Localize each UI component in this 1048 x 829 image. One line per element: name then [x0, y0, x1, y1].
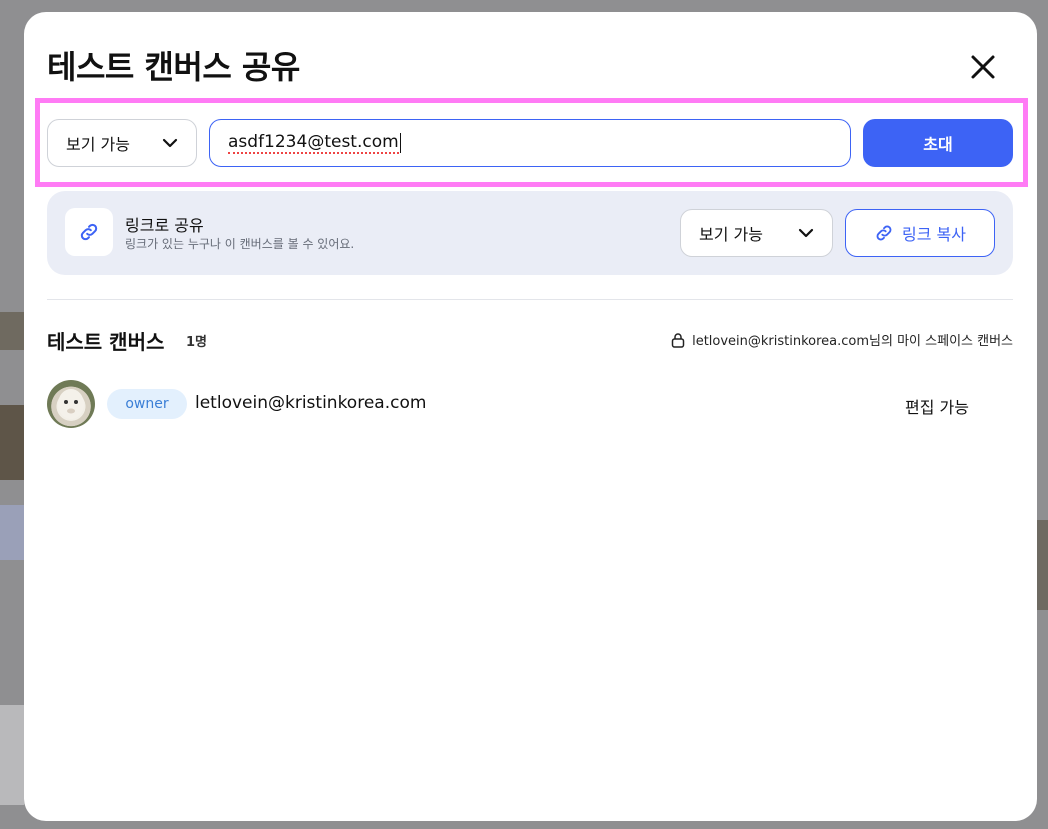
link-share-title: 링크로 공유 [125, 216, 204, 235]
owner-space-text: letlovein@kristinkorea.com님의 마이 스페이스 캔버스 [692, 334, 1013, 349]
member-email: letlovein@kristinkorea.com [195, 393, 427, 413]
link-share-description: 링크가 있는 누구나 이 캔버스를 볼 수 있어요. [125, 237, 355, 251]
email-input[interactable]: asdf1234@test.com [209, 119, 851, 167]
invite-permission-select[interactable]: 보기 가능 [47, 119, 197, 167]
canvas-name: 테스트 캔버스 [47, 330, 165, 354]
invite-button[interactable]: 초대 [863, 119, 1013, 167]
link-icon-box [65, 208, 113, 256]
chevron-down-icon [798, 228, 814, 238]
link-icon [80, 223, 98, 241]
invite-permission-label: 보기 가능 [66, 135, 130, 154]
chevron-down-icon [162, 138, 178, 148]
text-caret [399, 133, 401, 153]
lock-icon [671, 332, 685, 348]
role-badge: owner [107, 389, 187, 419]
link-share-panel: 링크로 공유 링크가 있는 누구나 이 캔버스를 볼 수 있어요. 보기 가능 … [47, 191, 1013, 275]
background-thumbnail [0, 312, 24, 350]
close-icon [971, 55, 995, 79]
alpaca-avatar-icon [58, 389, 84, 419]
member-permission[interactable]: 편집 가능 [905, 394, 969, 418]
member-row: owner letlovein@kristinkorea.com 편집 가능 [47, 380, 1013, 428]
background-thumbnail [0, 505, 24, 560]
copy-link-label: 링크 복사 [902, 225, 966, 244]
background-thumbnail [1036, 520, 1048, 610]
link-icon [876, 225, 892, 241]
dialog-title: 테스트 캔버스 공유 [47, 48, 300, 86]
background-thumbnail [0, 705, 24, 805]
divider [47, 299, 1013, 300]
link-permission-select[interactable]: 보기 가능 [680, 209, 833, 257]
background-thumbnail [0, 405, 24, 480]
close-button[interactable] [966, 50, 1000, 84]
link-permission-label: 보기 가능 [699, 225, 763, 244]
owner-space-info: letlovein@kristinkorea.com님의 마이 스페이스 캔버스 [670, 330, 1013, 349]
share-dialog: 테스트 캔버스 공유 보기 가능 asdf1234@test.com 초대 링크… [24, 12, 1037, 821]
copy-link-button[interactable]: 링크 복사 [845, 209, 995, 257]
email-input-value: asdf1234@test.com [228, 132, 399, 154]
member-count: 1명 [186, 335, 208, 350]
avatar [47, 380, 95, 428]
